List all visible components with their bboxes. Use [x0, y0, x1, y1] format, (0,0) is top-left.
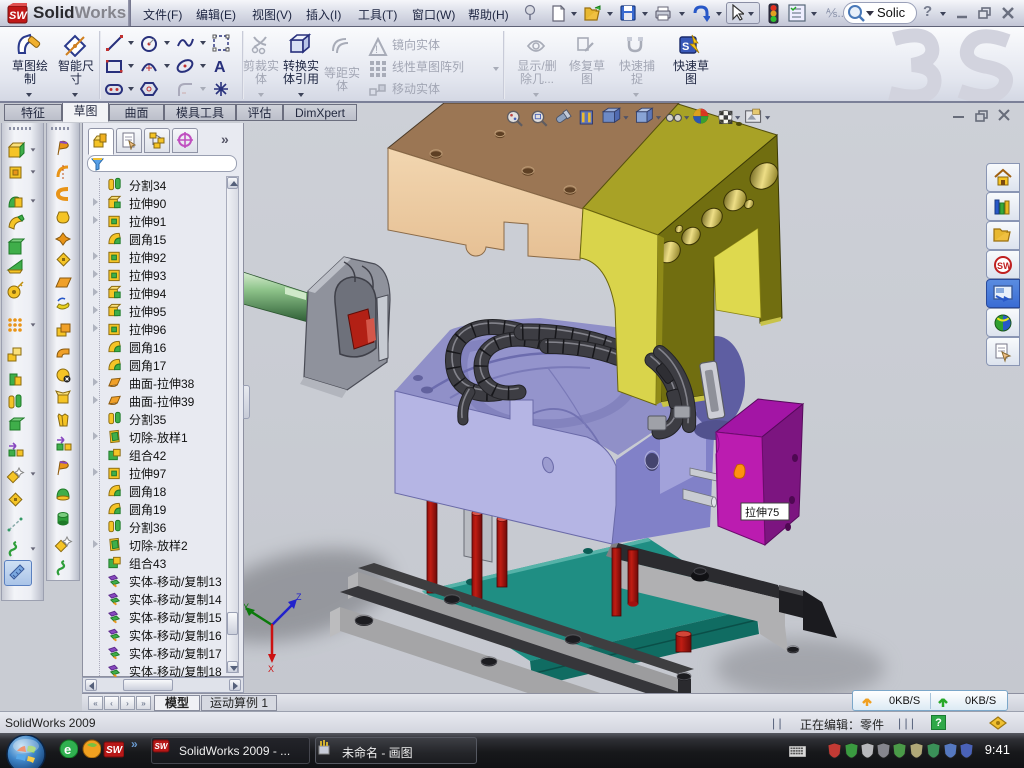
- svg-text:Z: Z: [296, 592, 302, 602]
- svg-text:SW: SW: [106, 745, 124, 756]
- svg-text:拉伸75: 拉伸75: [745, 505, 779, 519]
- svg-text:SW: SW: [9, 10, 28, 22]
- svg-text:X: X: [268, 664, 274, 674]
- svg-text:SW: SW: [155, 742, 169, 751]
- svg-text:S: S: [682, 41, 689, 53]
- svg-text:!: !: [375, 44, 378, 56]
- svg-text:SW: SW: [997, 261, 1012, 271]
- svg-text:e: e: [64, 742, 71, 757]
- svg-text:A: A: [214, 59, 226, 76]
